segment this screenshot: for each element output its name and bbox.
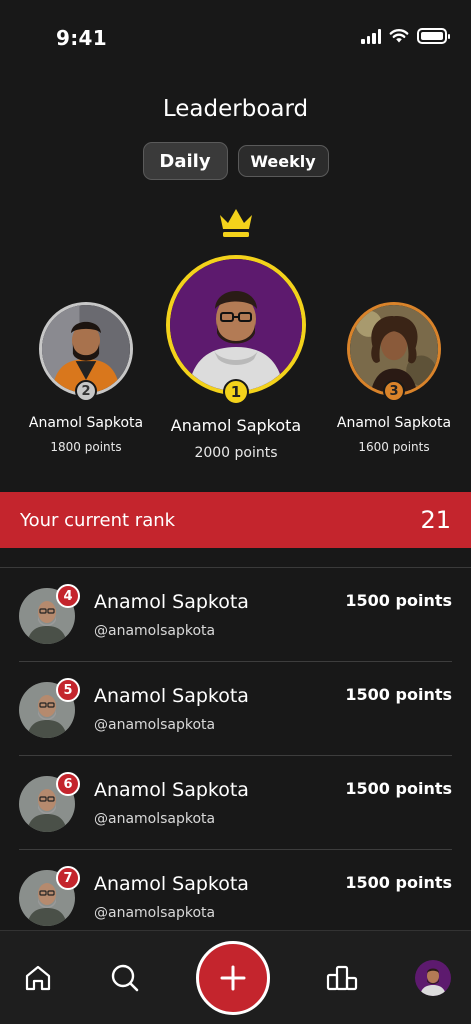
rank-badge: 7 bbox=[56, 866, 80, 890]
list-item[interactable]: 4 Anamol Sapkota @anamolsapkota 1500 poi… bbox=[19, 568, 452, 662]
rank-number: 4 bbox=[63, 588, 73, 604]
search-icon bbox=[111, 964, 139, 992]
podium-third-points: 1600 points bbox=[358, 440, 430, 454]
rank-number: 5 bbox=[63, 682, 73, 698]
status-bar: 9:41 bbox=[0, 0, 471, 76]
user-handle: @anamolsapkota bbox=[94, 905, 216, 921]
user-points: 1500 points bbox=[345, 873, 452, 892]
user-handle: @anamolsapkota bbox=[94, 623, 216, 639]
podium-second-name: Anamol Sapkota bbox=[28, 415, 144, 431]
nav-home[interactable] bbox=[21, 961, 55, 995]
battery-icon bbox=[417, 28, 450, 44]
period-tabs: Daily Weekly bbox=[0, 142, 471, 180]
user-points: 1500 points bbox=[345, 591, 452, 610]
rank-number: 6 bbox=[63, 776, 73, 792]
tab-daily[interactable]: Daily bbox=[142, 142, 228, 180]
list-item[interactable]: 5 Anamol Sapkota @anamolsapkota 1500 poi… bbox=[19, 662, 452, 756]
person-photo bbox=[170, 259, 302, 391]
user-points: 1500 points bbox=[345, 779, 452, 798]
nav-leaderboard[interactable] bbox=[325, 961, 359, 995]
list-item[interactable]: 6 Anamol Sapkota @anamolsapkota 1500 poi… bbox=[19, 756, 452, 850]
user-name: Anamol Sapkota bbox=[94, 685, 249, 707]
profile-avatar bbox=[415, 960, 451, 996]
add-button[interactable] bbox=[196, 941, 270, 1015]
user-name: Anamol Sapkota bbox=[94, 779, 249, 801]
podium-first-avatar[interactable]: 1 bbox=[166, 255, 306, 405]
podium-second-points: 1800 points bbox=[50, 440, 122, 454]
podium-second-avatar[interactable]: 2 bbox=[39, 302, 133, 402]
rank-badge: 4 bbox=[56, 584, 80, 608]
wifi-icon bbox=[389, 29, 409, 43]
cellular-signal-icon bbox=[361, 28, 381, 44]
rank-number: 3 bbox=[389, 383, 399, 399]
nav-search[interactable] bbox=[108, 961, 142, 995]
podium-third-name: Anamol Sapkota bbox=[336, 415, 452, 431]
user-handle: @anamolsapkota bbox=[94, 717, 216, 733]
current-rank-label: Your current rank bbox=[20, 509, 176, 531]
page-title: Leaderboard bbox=[162, 96, 309, 122]
crown-icon bbox=[220, 209, 252, 237]
ranking-list: 4 Anamol Sapkota @anamolsapkota 1500 poi… bbox=[0, 568, 471, 944]
home-icon bbox=[25, 965, 51, 991]
bottom-nav bbox=[0, 930, 471, 1024]
status-time: 9:41 bbox=[56, 26, 107, 50]
podium-first-name: Anamol Sapkota bbox=[170, 416, 302, 435]
current-rank-bar: Your current rank 21 bbox=[0, 492, 471, 548]
current-rank-value: 21 bbox=[420, 506, 451, 534]
podium-first-points: 2000 points bbox=[194, 445, 278, 461]
leaderboard-icon bbox=[326, 965, 358, 991]
add-icon bbox=[220, 965, 246, 991]
podium-first-rank-badge: 1 bbox=[223, 379, 249, 405]
rank-number: 2 bbox=[81, 383, 91, 399]
user-name: Anamol Sapkota bbox=[94, 873, 249, 895]
user-handle: @anamolsapkota bbox=[94, 811, 216, 827]
status-icons bbox=[361, 28, 450, 44]
rank-badge: 5 bbox=[56, 678, 80, 702]
rank-number: 1 bbox=[230, 383, 242, 401]
user-name: Anamol Sapkota bbox=[94, 591, 249, 613]
podium-third-rank-badge: 3 bbox=[383, 380, 405, 402]
podium-second-rank-badge: 2 bbox=[75, 380, 97, 402]
podium-third-avatar[interactable]: 3 bbox=[347, 302, 441, 402]
user-points: 1500 points bbox=[345, 685, 452, 704]
nav-profile[interactable] bbox=[415, 960, 451, 996]
rank-number: 7 bbox=[63, 870, 73, 886]
rank-badge: 6 bbox=[56, 772, 80, 796]
tab-weekly[interactable]: Weekly bbox=[237, 145, 329, 177]
